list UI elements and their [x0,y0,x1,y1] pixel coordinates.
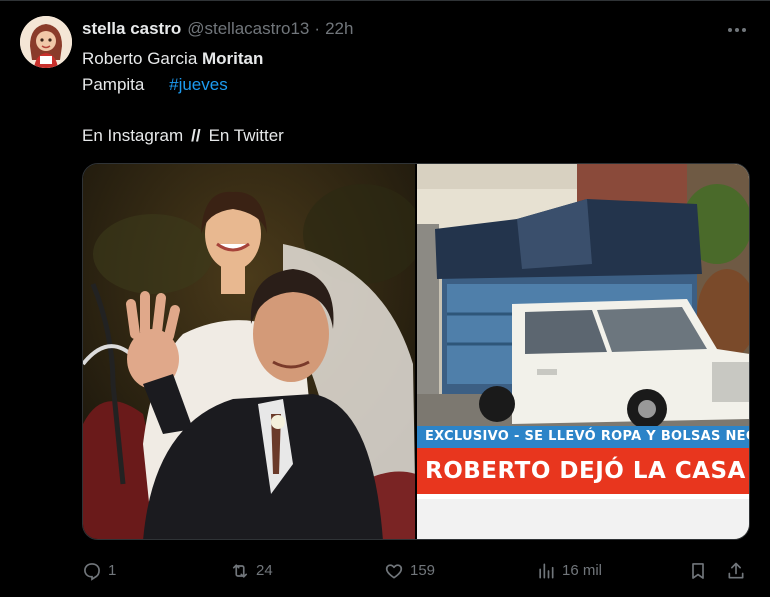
tweet-text-line-1: Roberto Garcia Moritan [82,49,263,69]
like-button[interactable]: 159 [384,560,435,582]
avatar[interactable] [20,16,72,68]
action-bar: 1 24 159 16 mil [82,560,750,582]
header-separator: · [314,19,321,38]
tweet-text-line-3: En Instagram // En Twitter [82,126,284,146]
news-banner-headline: ROBERTO DEJÓ LA CASA AL ME [417,448,749,494]
tweet-text-line-2: Pampita #jueves [82,75,228,95]
bookmark-icon [692,563,704,579]
text-twitter: En Twitter [208,126,284,145]
truck-photo[interactable]: EXCLUSIVO - SE LLEVÓ ROPA Y BOLSAS NEGRA… [417,164,749,539]
user-name[interactable]: stella castro [82,19,181,39]
media-grid: EXCLUSIVO - SE LLEVÓ ROPA Y BOLSAS NEGRA… [82,163,750,540]
reply-count: 1 [108,562,117,579]
bookmark-button[interactable] [688,560,708,582]
tweet[interactable]: stella castro @stellacastro13 · 22h Robe… [0,0,770,597]
share-icon [728,562,744,579]
more-icon[interactable] [726,23,748,37]
news-banner-strip [417,494,749,499]
text-instagram: En Instagram [82,126,184,145]
timestamp[interactable]: 22h [325,19,353,39]
text-pampita: Pampita [82,75,145,94]
retweet-button[interactable]: 24 [230,560,273,582]
like-icon [385,564,403,579]
like-count: 159 [410,562,436,579]
reply-button[interactable]: 1 [82,560,116,582]
text-name: Roberto Garcia [82,49,198,68]
news-banner-small: EXCLUSIVO - SE LLEVÓ ROPA Y BOLSAS NEGRA… [417,426,749,448]
views-button[interactable]: 16 mil [536,560,602,582]
tweet-header: stella castro @stellacastro13 · 22h [82,19,353,39]
wedding-photo[interactable] [83,164,415,539]
retweet-icon [232,564,248,578]
views-count: 16 mil [562,562,603,579]
retweet-count: 24 [256,562,273,579]
share-button[interactable] [726,560,746,582]
text-surname: Moritan [202,49,264,68]
hashtag-link[interactable]: #jueves [169,75,228,94]
views-icon [539,563,554,579]
reply-icon [84,563,100,581]
text-separator: // [191,126,201,145]
user-handle[interactable]: @stellacastro13 [187,19,309,39]
